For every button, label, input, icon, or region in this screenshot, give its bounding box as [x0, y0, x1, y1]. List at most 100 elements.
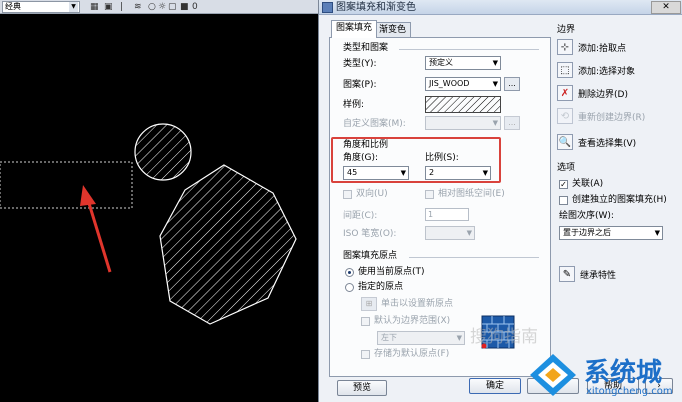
section-divider [409, 257, 539, 258]
origin-section-title: 图案填充原点 [343, 251, 398, 261]
extent-position-value: 左下 [381, 333, 397, 342]
layer-bulb-icon[interactable]: ○ [148, 1, 156, 13]
use-current-origin-radio[interactable] [345, 268, 354, 277]
double-checkbox[interactable] [343, 190, 352, 199]
store-default-origin-label: 存储为默认原点(F) [374, 349, 450, 359]
cad-canvas[interactable] [0, 14, 318, 402]
associative-checkbox[interactable]: ✓ [559, 180, 568, 189]
separate-hatches-checkbox[interactable] [559, 196, 568, 205]
extent-position-select[interactable]: 左下 ▼ [377, 331, 465, 345]
relative-paper-checkbox[interactable] [425, 190, 434, 199]
add-pick-points-label: 添加:拾取点 [578, 43, 627, 54]
default-extent-label: 默认为边界范围(X) [374, 316, 451, 326]
layer-sun-icon[interactable]: ☼ [158, 1, 166, 13]
layer-manager-icon[interactable]: ▦ [90, 1, 99, 13]
dashed-selection-rectangle [0, 161, 133, 209]
dialog-titlebar[interactable]: 图案填充和渐变色 ✕ [319, 0, 682, 15]
sogou-watermark: 搜狗指南 [470, 327, 538, 347]
cad-layer-toolbar: 经典 ▼ ▦ ▣ | ≋ ○ ☼ ▢ ■ 0 [0, 0, 318, 14]
associative-label: 关联(A) [572, 179, 604, 189]
workspace-combo-value: 经典 [5, 2, 21, 11]
double-label: 双向(U) [356, 189, 388, 199]
layer-color-icon[interactable]: ■ [180, 1, 189, 13]
click-set-origin-label: 单击以设置新原点 [381, 299, 454, 309]
chevron-down-icon: ▼ [456, 334, 462, 342]
layer-state-icon[interactable]: ▣ [104, 1, 113, 13]
click-set-origin-button[interactable]: ⊞ [361, 297, 377, 311]
spacing-label: 间距(C): [343, 211, 378, 221]
type-label: 类型(Y): [343, 59, 377, 69]
remove-boundary-icon: ✗ [557, 85, 573, 101]
dialog-title: 图案填充和渐变色 [336, 2, 416, 13]
cad-drawing-area[interactable]: 经典 ▼ ▦ ▣ | ≋ ○ ☼ ▢ ■ 0 [0, 0, 318, 402]
red-pointer-arrow-icon [80, 185, 112, 273]
use-current-origin-label: 使用当前原点(T) [358, 267, 425, 277]
remove-boundaries-button[interactable]: ✗ 删除边界(D) [557, 84, 628, 102]
chevron-down-icon: ▼ [492, 80, 498, 88]
inherit-brush-icon: ✎ [559, 266, 575, 282]
inherit-properties-label: 继承特性 [580, 270, 617, 281]
layer-name-value[interactable]: 0 [192, 1, 198, 13]
pattern-swatch[interactable] [425, 96, 501, 113]
app-icon [322, 2, 333, 13]
tab-hatch[interactable]: 图案填充 [331, 20, 378, 38]
pattern-select-value: JIS_WOOD [429, 79, 470, 88]
add-select-objects-button[interactable]: ⬚ 添加:选择对象 [557, 61, 635, 79]
recreate-boundary-icon: ⟲ [557, 108, 573, 124]
recreate-boundary-label: 重新创建边界(R) [578, 112, 646, 123]
layer-stack-icon[interactable]: ≋ [134, 1, 142, 13]
close-button[interactable]: ✕ [651, 1, 681, 14]
highlight-box [331, 137, 501, 183]
magnifier-icon: 🔍 [557, 134, 573, 150]
chevron-down-icon: ▼ [492, 119, 498, 127]
draw-order-label: 绘图次序(W): [559, 211, 614, 221]
xitongcheng-url: xitongcheng.com [586, 386, 673, 397]
ok-button[interactable]: 确定 [469, 378, 521, 394]
tab-gradient[interactable]: 渐变色 [374, 22, 412, 38]
add-pick-points-button[interactable]: ⊹ 添加:拾取点 [557, 38, 626, 56]
hatched-circle[interactable] [134, 123, 192, 181]
custom-pattern-label: 自定义图案(M): [343, 119, 406, 129]
draw-order-select[interactable]: 置于边界之后 ▼ [559, 226, 663, 240]
boundaries-section-title: 边界 [557, 25, 576, 35]
options-section-title: 选项 [557, 163, 576, 173]
swatch-label: 样例: [343, 100, 365, 110]
preview-button[interactable]: 预览 [337, 380, 387, 396]
xitongcheng-watermark: 系统城 [584, 358, 663, 388]
select-objects-icon: ⬚ [557, 62, 573, 78]
remove-boundaries-label: 删除边界(D) [578, 89, 628, 100]
type-select[interactable]: 预定义 ▼ [425, 56, 501, 70]
pattern-label: 图案(P): [343, 80, 377, 90]
add-select-objects-label: 添加:选择对象 [578, 66, 636, 77]
workspace-combo[interactable]: 经典 ▼ [2, 1, 80, 13]
iso-pen-width-select[interactable]: ▼ [425, 226, 475, 240]
pattern-browse-button[interactable]: ... [504, 77, 520, 91]
view-selections-label: 查看选择集(V) [578, 138, 637, 149]
specified-origin-label: 指定的原点 [358, 282, 404, 292]
hatched-hexagon[interactable] [159, 164, 297, 325]
custom-pattern-browse-button[interactable]: ... [504, 116, 520, 130]
type-pattern-section-title: 类型和图案 [343, 43, 389, 53]
view-selections-button[interactable]: 🔍 查看选择集(V) [557, 133, 636, 151]
type-select-value: 预定义 [429, 58, 453, 67]
xitongcheng-logo-icon [530, 354, 576, 396]
separate-hatches-label: 创建独立的图案填充(H) [572, 195, 667, 205]
chevron-down-icon: ▼ [466, 229, 472, 237]
draw-order-value: 置于边界之后 [563, 228, 611, 237]
default-extent-checkbox[interactable] [361, 317, 370, 326]
inherit-properties-button[interactable]: ✎ 继承特性 [559, 265, 616, 283]
separator-icon: | [120, 2, 124, 12]
recreate-boundary-button[interactable]: ⟲ 重新创建边界(R) [557, 107, 645, 125]
pick-points-icon: ⊹ [557, 39, 573, 55]
spacing-input[interactable]: 1 [425, 208, 469, 221]
custom-pattern-select[interactable]: ▼ [425, 116, 501, 130]
relative-paper-label: 相对图纸空间(E) [438, 189, 505, 199]
chevron-down-icon: ▼ [492, 59, 498, 67]
layer-lock-icon[interactable]: ▢ [168, 1, 177, 13]
chevron-down-icon: ▼ [654, 229, 660, 237]
chevron-down-icon[interactable]: ▼ [69, 2, 78, 12]
section-divider [399, 49, 539, 50]
pattern-select[interactable]: JIS_WOOD ▼ [425, 77, 501, 91]
specified-origin-radio[interactable] [345, 283, 354, 292]
store-default-origin-checkbox[interactable] [361, 350, 370, 359]
